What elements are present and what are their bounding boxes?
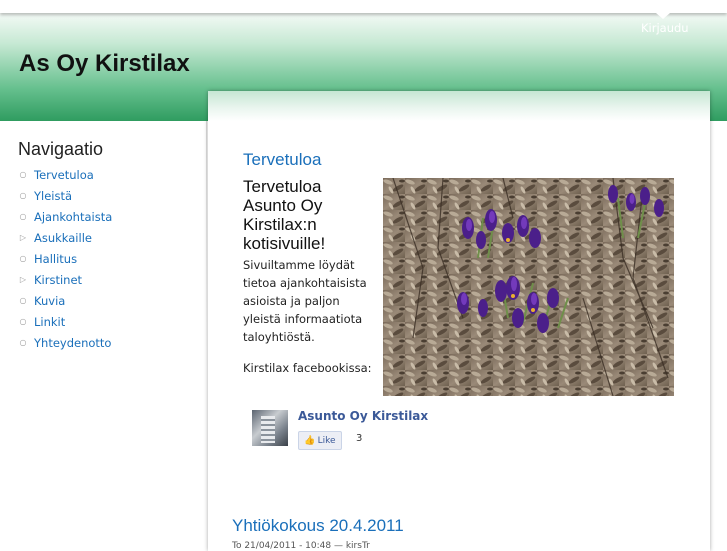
navigation-menu: ○ Tervetuloa ○ Yleistä ○ Ajankohtaista ▷ Asu… [18, 164, 113, 353]
circle-bullet-icon: ○ [19, 296, 27, 305]
post-meta: To 21/04/2011 - 10:48 — kirsTr [232, 541, 370, 551]
sidebar-item-hallitus[interactable]: ○ Hallitus [18, 248, 112, 269]
sidebar-item-ajankohtaista[interactable]: ○ Ajankohtaista [18, 206, 113, 227]
post-title-yhtiokokous[interactable]: Yhtiökokous 20.4.2011 [232, 516, 404, 536]
sidebar-item-kirstinet[interactable]: ▷ Kirstinet [18, 269, 112, 290]
sidebar-item-tervetuloa[interactable]: ○ Tervetuloa [18, 164, 112, 185]
sidebar-item-label[interactable]: Hallitus [34, 252, 77, 266]
expand-triangle-icon[interactable]: ▷ [18, 275, 28, 284]
like-label: Like [317, 435, 336, 446]
sidebar-item-yhteydenotto[interactable]: ○ Yhteydenotto [18, 332, 112, 353]
circle-bullet-icon: ○ [19, 317, 27, 326]
facebook-label: Kirstilax facebookissa: [243, 361, 372, 375]
top-toolbar [0, 0, 727, 13]
circle-bullet-icon: ○ [19, 338, 27, 347]
expand-triangle-icon[interactable]: ▷ [18, 233, 28, 242]
sidebar-divider [206, 121, 207, 366]
sidebar-item-linkit[interactable]: ○ Linkit [18, 311, 112, 332]
facebook-like-button[interactable]: 👍 Like [298, 431, 342, 450]
sidebar-item-label[interactable]: Kuvia [34, 294, 65, 308]
facebook-widget: Asunto Oy Kirstilax 👍 Like 3 [252, 409, 512, 450]
circle-bullet-icon: ○ [19, 191, 27, 200]
thumbs-up-icon: 👍 [304, 435, 316, 446]
sidebar-item-label[interactable]: Yhteydenotto [34, 336, 111, 350]
content-header-band [208, 91, 710, 121]
sidebar-item-label[interactable]: Tervetuloa [34, 168, 94, 182]
crocus-photo [383, 178, 674, 396]
navigation-title: Navigaatio [18, 139, 104, 159]
circle-bullet-icon: ○ [19, 212, 27, 221]
site-title[interactable]: As Oy Kirstilax [19, 50, 190, 78]
sidebar-item-label[interactable]: Linkit [34, 315, 65, 329]
facebook-page-name[interactable]: Asunto Oy Kirstilax [298, 409, 428, 423]
facebook-page-thumbnail[interactable] [252, 410, 288, 446]
toolbar-notch [656, 13, 670, 19]
sidebar-item-asukkaille[interactable]: ▷ Asukkaille [18, 227, 112, 248]
welcome-heading: Tervetuloa Asunto Oy Kirstilax:n kotisiv… [243, 177, 326, 253]
circle-bullet-icon: ○ [19, 170, 27, 179]
sidebar-item-label[interactable]: Kirstinet [34, 273, 82, 287]
post-title[interactable]: Tervetuloa [243, 150, 321, 170]
login-link[interactable]: Kirjaudu [641, 21, 689, 35]
sidebar-item-label[interactable]: Asukkaille [34, 231, 92, 245]
welcome-text: Sivuiltamme löydät tietoa ajankohtaisist… [243, 258, 367, 344]
content-area: Tervetuloa Tervetuloa Asunto Oy Kirstila… [208, 91, 710, 551]
sidebar-item-label[interactable]: Ajankohtaista [34, 210, 112, 224]
circle-bullet-icon: ○ [19, 254, 27, 263]
like-count: 3 [356, 433, 363, 444]
sidebar-item-kuvia[interactable]: ○ Kuvia [18, 290, 112, 311]
sidebar-item-label[interactable]: Yleistä [34, 189, 72, 203]
sidebar-item-yleista[interactable]: ○ Yleistä [18, 185, 112, 206]
